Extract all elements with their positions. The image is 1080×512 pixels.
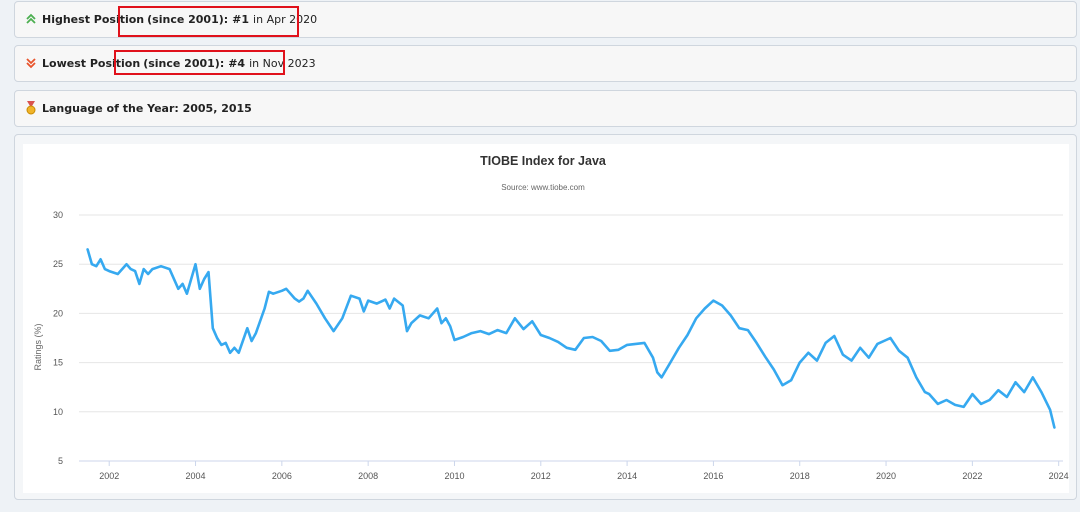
x-tick-label: 2014 xyxy=(617,471,637,481)
chart-subtitle: Source: www.tiobe.com xyxy=(501,183,585,192)
x-axis-ticks: 2002 2004 2006 2008 2010 2012 2014 2016 2018 2020… xyxy=(99,461,1069,481)
language-of-year-label: Language of the Year: 2005, 2015 xyxy=(42,102,252,115)
x-tick-label: 2024 xyxy=(1049,471,1069,481)
highlight-rect-lowest xyxy=(114,50,285,75)
y-tick-label: 15 xyxy=(53,358,63,368)
y-tick-label: 20 xyxy=(53,308,63,318)
y-tick-label: 25 xyxy=(53,259,63,269)
x-tick-label: 2020 xyxy=(876,471,896,481)
x-tick-label: 2012 xyxy=(531,471,551,481)
highlight-rect-highest xyxy=(118,6,299,37)
chart-panel: TIOBE Index for Java Source: www.tiobe.c… xyxy=(23,144,1069,493)
y-axis-label: Ratings (%) xyxy=(33,323,43,370)
x-tick-label: 2016 xyxy=(703,471,723,481)
series-line xyxy=(86,248,1056,429)
x-tick-label: 2004 xyxy=(186,471,206,481)
x-tick-label: 2018 xyxy=(790,471,810,481)
tiobe-java-chart: TIOBE Index for Java Source: www.tiobe.c… xyxy=(33,154,1069,481)
y-axis-ticks: 5 10 15 20 25 30 xyxy=(53,210,63,466)
y-tick-label: 10 xyxy=(53,407,63,417)
x-tick-label: 2008 xyxy=(358,471,378,481)
x-tick-label: 2002 xyxy=(99,471,119,481)
x-tick-label: 2010 xyxy=(444,471,464,481)
chart-container: TIOBE Index for Java Source: www.tiobe.c… xyxy=(14,134,1077,500)
language-of-year-row: Language of the Year: 2005, 2015 xyxy=(24,91,252,126)
language-of-year-panel: Language of the Year: 2005, 2015 xyxy=(14,90,1077,127)
medal-icon xyxy=(24,100,38,117)
double-chevron-up-icon xyxy=(24,13,38,27)
double-chevron-down-icon xyxy=(24,57,38,71)
y-tick-label: 30 xyxy=(53,210,63,220)
x-tick-label: 2022 xyxy=(962,471,982,481)
x-tick-label: 2006 xyxy=(272,471,292,481)
y-tick-label: 5 xyxy=(58,456,63,466)
series-line-group xyxy=(86,248,1056,429)
chart-title: TIOBE Index for Java xyxy=(480,154,607,168)
gridlines xyxy=(79,214,1063,462)
